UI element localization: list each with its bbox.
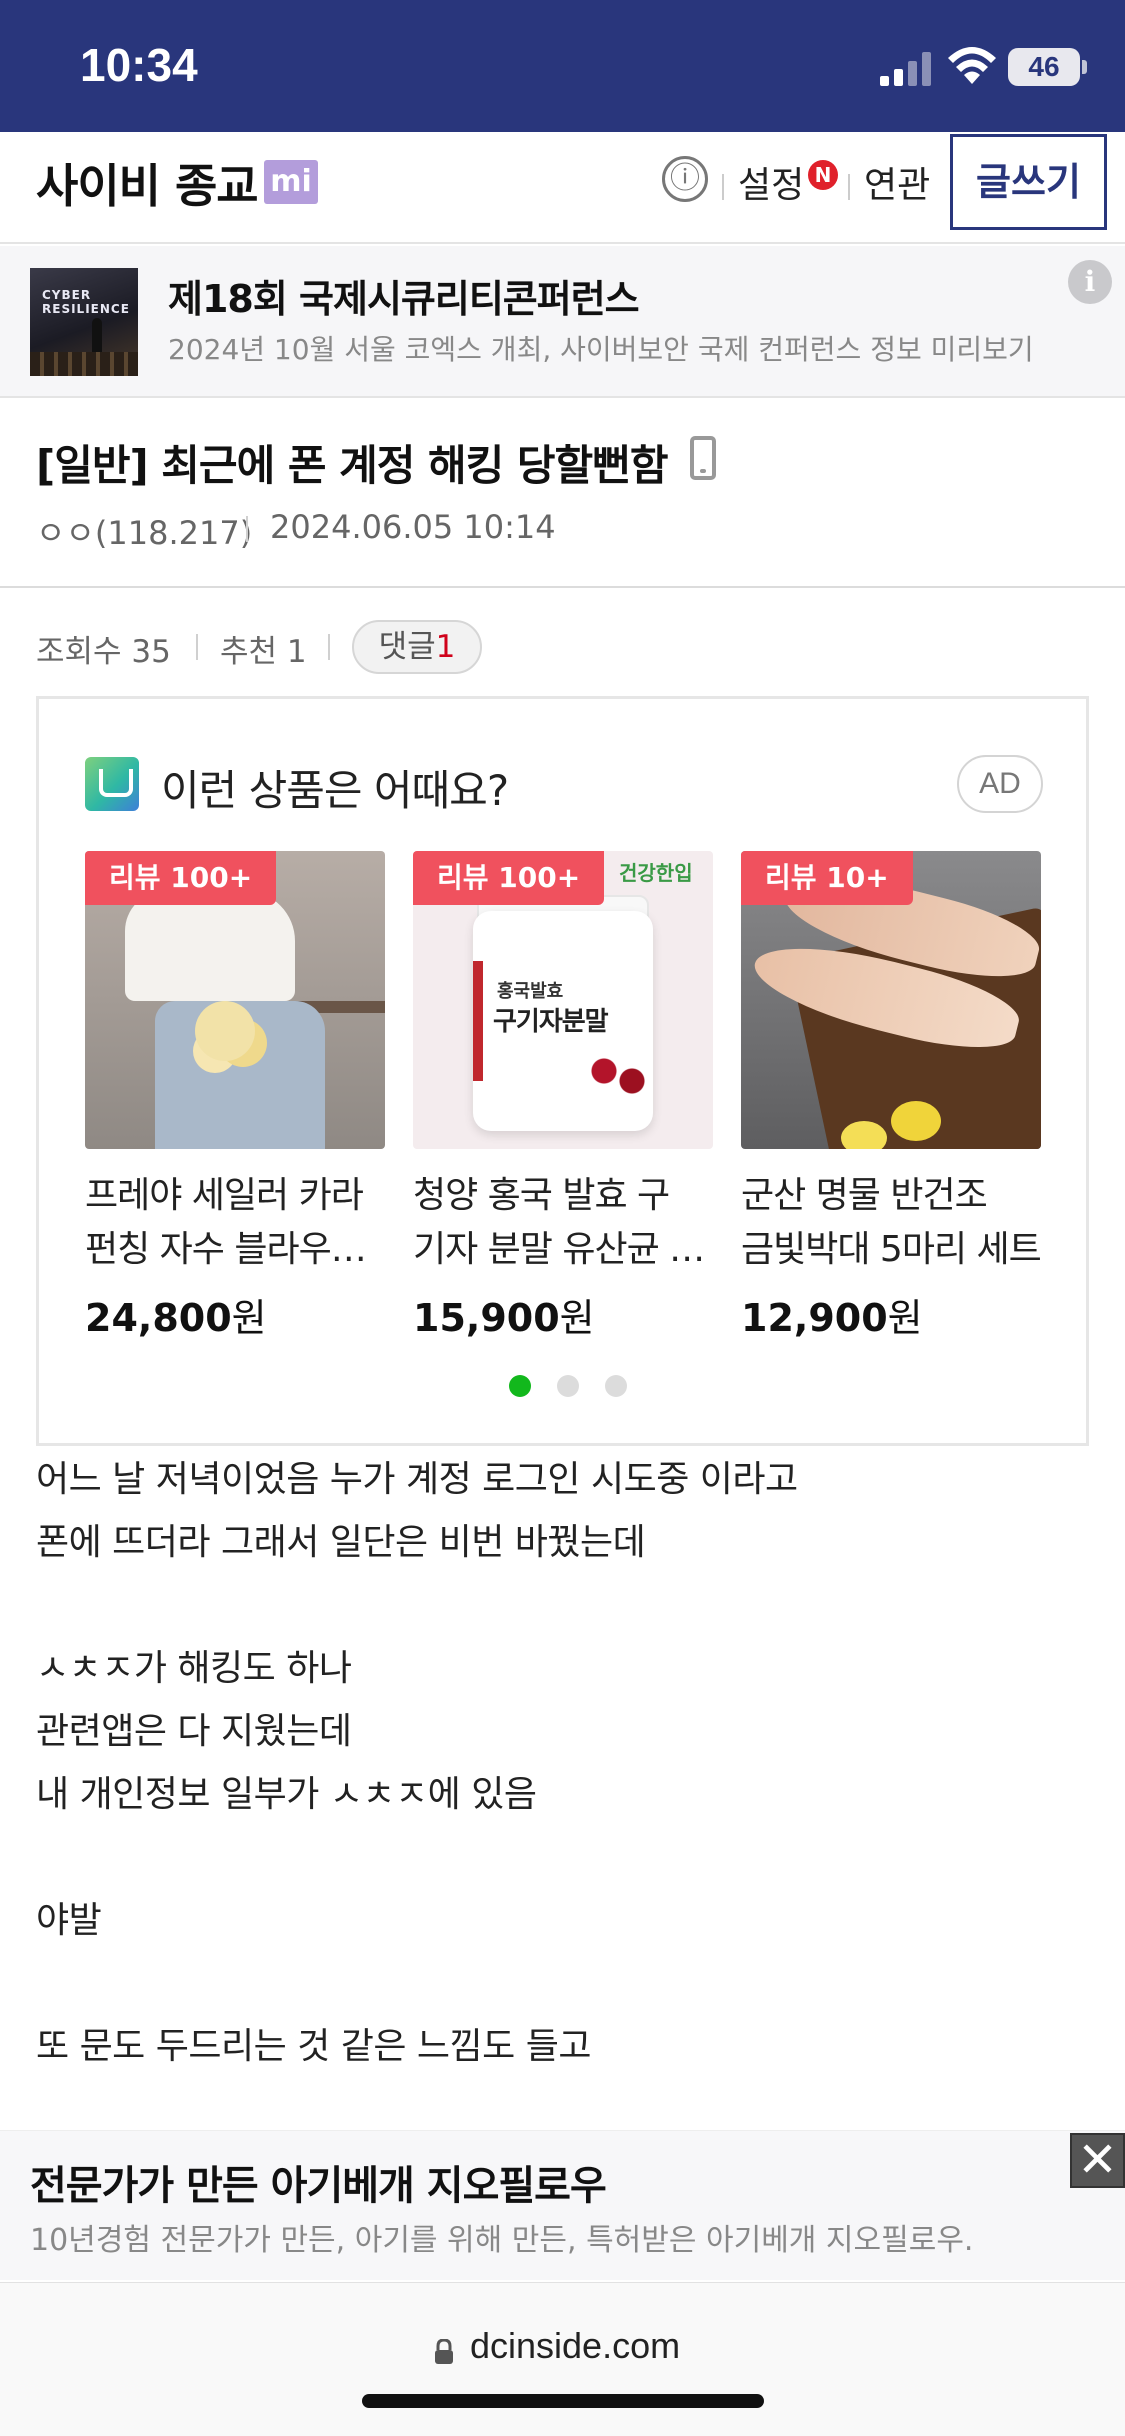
comment-label: 댓글 [378, 629, 436, 665]
shopping-bag-icon [85, 757, 139, 811]
bottom-ad-banner[interactable]: 전문가가 만든 아기베개 지오필로우 10년경험 전문가가 만든, 아기를 위해… [0, 2130, 1125, 2280]
post-body-line [36, 1574, 1089, 1637]
product-image-blouse [125, 891, 295, 1001]
post-header: [일반] 최근에 폰 계정 해킹 당할뻔함 ㅇㅇ(118.217) 2024.0… [0, 398, 1125, 588]
product-image-flowers [195, 1001, 255, 1061]
gallery-header: 사이비 종교 mi ⓘ 설정 N 연관 글쓰기 [0, 132, 1125, 244]
promo-thumbnail: CYBER RESILIENCE [30, 268, 138, 376]
write-post-button[interactable]: 글쓰기 [950, 134, 1107, 230]
meta-divider [246, 516, 248, 542]
post-title: [일반] 최근에 폰 계정 해킹 당할뻔함 [36, 441, 668, 490]
status-bar: 10:34 46 [0, 0, 1125, 132]
minor-gallery-badge: mi [264, 160, 318, 204]
promo-banner[interactable]: CYBER RESILIENCE 제18회 국제시큐리티콘퍼런스 2024년 1… [0, 246, 1125, 398]
product-price: 15,900원 [413, 1287, 595, 1342]
header-divider [722, 174, 724, 200]
post-body-line: 또 문도 두드리는 것 같은 느낌도 들고 [36, 2026, 591, 2067]
carousel-dot[interactable] [557, 1375, 579, 1397]
post-body-line: ㅅㅊㅈ가 해킹도 하나 [36, 1648, 352, 1689]
wifi-icon [948, 47, 996, 84]
comment-button[interactable]: 댓글1 [352, 620, 482, 674]
product-name: 군산 명물 반건조 금빛박대 5마리 세트 [741, 1169, 1041, 1277]
mobile-post-icon [690, 436, 716, 480]
bottom-ad-description: 10년경험 전문가가 만든, 아기를 위해 만든, 특허받은 아기베개 지오필로… [30, 2223, 974, 2258]
post-body-line: 관련앱은 다 지웠는데 [36, 1711, 352, 1752]
post-date: 2024.06.05 10:14 [270, 508, 556, 546]
product-name: 청양 홍국 발효 구 기자 분말 유산균 함유 [413, 1169, 713, 1277]
product-name-line: 청양 홍국 발효 구 [413, 1175, 670, 1216]
product-card[interactable]: 리뷰 10+ 군산 명물 반건조 금빛박대 5마리 세트 12,900원 [741, 851, 1041, 1340]
stats-divider [196, 634, 198, 660]
promo-thumbnail-text: CYBER RESILIENCE [42, 288, 130, 316]
post-body-line [36, 1952, 1089, 2015]
product-image-lemon [891, 1101, 941, 1141]
carousel-dot[interactable] [509, 1375, 531, 1397]
product-card[interactable]: 건강한입 홍국발효 구기자분말 리뷰 100+ 청양 홍국 발효 구 기자 분말… [413, 851, 713, 1340]
review-badge: 리뷰 100+ [85, 851, 277, 905]
product-image-label-text: 구기자분말 [493, 1007, 609, 1037]
header-divider [848, 174, 850, 200]
product-name-line: 펀칭 자수 블라우스 반팔 [85, 1229, 385, 1270]
post-author[interactable]: ㅇㅇ(118.217) [36, 508, 252, 554]
stats-divider [328, 634, 330, 660]
product-card[interactable]: 리뷰 100+ 프레야 세일러 카라 펀칭 자수 블라우스 반팔 24,800원 [85, 851, 385, 1340]
review-badge: 리뷰 10+ [741, 851, 913, 905]
product-price: 12,900원 [741, 1287, 923, 1342]
settings-link[interactable]: 설정 [738, 156, 804, 208]
review-badge: 리뷰 100+ [413, 851, 605, 905]
url-text[interactable]: dcinside.com [470, 2325, 680, 2367]
post-body: 어느 날 저녁이었음 누가 계정 로그인 시도중 이라고 폰에 뜨더라 그래서 … [36, 1448, 1089, 2078]
signal-icon [880, 52, 931, 86]
product-price-value: 15,900 [413, 1296, 560, 1340]
bottom-ad-title: 전문가가 만든 아기베개 지오필로우 [30, 2163, 607, 2209]
home-indicator[interactable] [362, 2394, 764, 2408]
product-price-value: 12,900 [741, 1296, 888, 1340]
browser-address-bar[interactable]: dcinside.com [0, 2282, 1125, 2436]
ad-label[interactable]: AD [957, 755, 1043, 813]
status-time: 10:34 [80, 39, 198, 91]
recommend-count: 추천 1 [220, 634, 307, 670]
product-image-berries [583, 1051, 653, 1101]
post-body-line: 야발 [36, 1900, 102, 1941]
post-body-line: 내 개인정보 일부가 ㅅㅊㅈ에 있음 [36, 1774, 537, 1815]
ad-heading: 이런 상품은 어때요? [161, 766, 509, 815]
battery-icon: 46 [1008, 48, 1080, 86]
post-body-line: 폰에 뜨더라 그래서 일단은 비번 바꿨는데 [36, 1522, 646, 1563]
product-name: 프레야 세일러 카라 펀칭 자수 블라우스 반팔 [85, 1169, 385, 1277]
carousel-dots [39, 1375, 1086, 1399]
lock-icon [435, 2339, 453, 2364]
product-name-line: 프레야 세일러 카라 [85, 1175, 364, 1216]
product-name-line: 금빛박대 5마리 세트 [741, 1229, 1041, 1270]
battery-tip [1082, 60, 1087, 74]
product-image-brand: 건강한입 [619, 861, 693, 885]
product-image-label-text: 홍국발효 [497, 981, 564, 1002]
post-body-line [36, 1826, 1089, 1889]
related-link[interactable]: 연관 [864, 156, 930, 208]
product-image-lemon [841, 1121, 887, 1149]
post-body-line: 어느 날 저녁이었음 누가 계정 로그인 시도중 이라고 [36, 1459, 798, 1500]
product-image: 건강한입 홍국발효 구기자분말 리뷰 100+ [413, 851, 713, 1149]
product-ad-box: 이런 상품은 어때요? AD 리뷰 100+ 프레야 세일러 카라 펀칭 자수 … [36, 696, 1089, 1446]
gallery-title[interactable]: 사이비 종교 [36, 150, 259, 216]
close-icon[interactable]: ✕ [1070, 2133, 1125, 2188]
product-name-line: 기자 분말 유산균 함유 [413, 1229, 713, 1270]
product-price-unit: 원 [231, 1296, 267, 1340]
gallery-info-icon[interactable]: ⓘ [662, 156, 708, 202]
product-price-unit: 원 [887, 1296, 923, 1340]
comment-count: 1 [435, 629, 456, 665]
product-image: 리뷰 100+ [85, 851, 385, 1149]
product-price-value: 24,800 [85, 1296, 232, 1340]
product-image: 리뷰 10+ [741, 851, 1041, 1149]
view-count: 조회수 35 [36, 634, 171, 670]
product-price-unit: 원 [559, 1296, 595, 1340]
promo-title: 제18회 국제시큐리티콘퍼런스 [168, 277, 640, 321]
promo-info-icon[interactable]: i [1068, 260, 1112, 304]
new-badge: N [808, 160, 838, 190]
carousel-dot[interactable] [605, 1375, 627, 1397]
product-name-line: 군산 명물 반건조 [741, 1175, 988, 1216]
promo-description: 2024년 10월 서울 코엑스 개최, 사이버보안 국제 컨퍼런스 정보 미리… [168, 333, 1034, 366]
product-price: 24,800원 [85, 1287, 267, 1342]
promo-thumbnail-audience [30, 352, 138, 376]
